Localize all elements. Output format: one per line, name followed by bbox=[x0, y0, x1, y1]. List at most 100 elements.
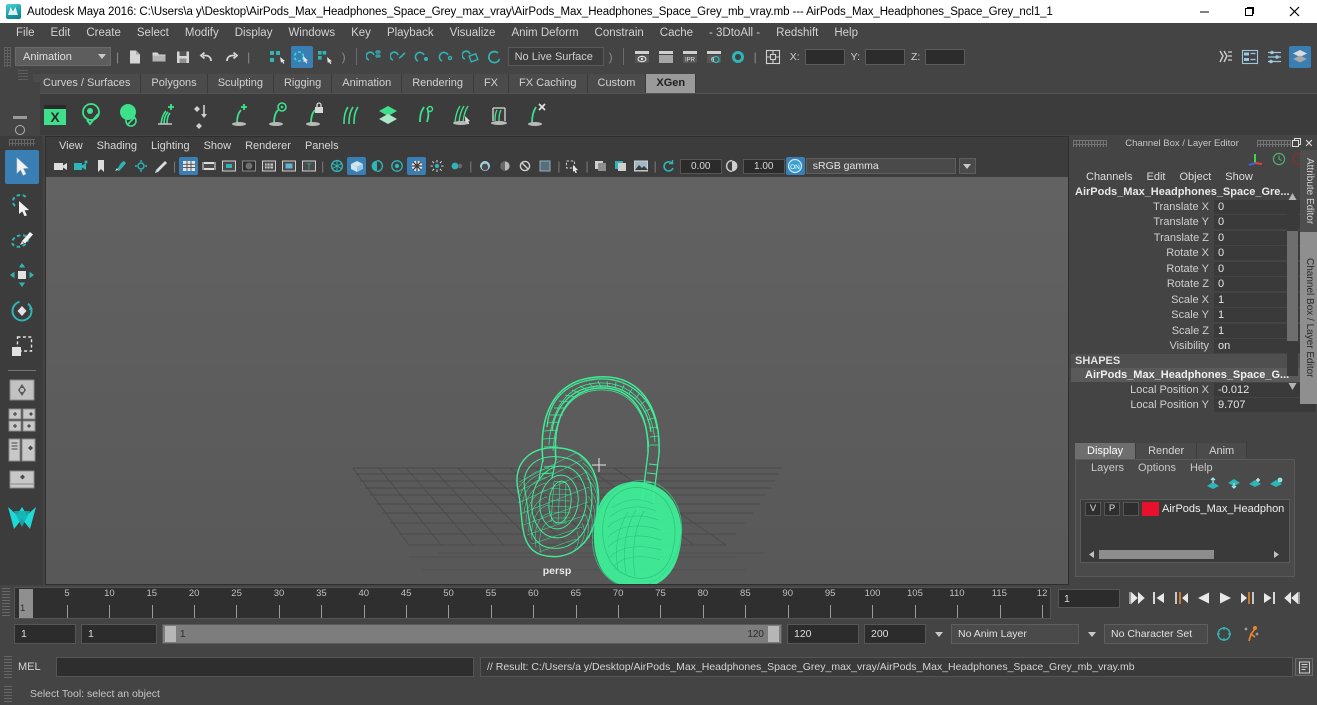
ipr-render-icon[interactable]: IPR bbox=[679, 46, 701, 68]
copy-render-icon[interactable] bbox=[592, 157, 611, 175]
wireframe-shading-icon[interactable] bbox=[219, 157, 238, 175]
menu-item-playback[interactable]: Playback bbox=[379, 25, 442, 41]
xgen-place-primitive-icon[interactable] bbox=[188, 100, 218, 130]
menu-item-visualize[interactable]: Visualize bbox=[442, 25, 504, 41]
gamma-field[interactable]: 1.00 bbox=[742, 158, 785, 174]
smooth-shade-all-icon[interactable] bbox=[239, 157, 258, 175]
xgen-add-grooming-icon[interactable] bbox=[225, 100, 255, 130]
menu-item-constrain[interactable]: Constrain bbox=[587, 25, 652, 41]
layer-color-swatch[interactable] bbox=[1142, 501, 1159, 516]
show-hide-tool-settings-icon[interactable] bbox=[1264, 46, 1286, 68]
render-sequence-icon[interactable] bbox=[655, 46, 677, 68]
xgen-preview-grooming-icon[interactable] bbox=[262, 100, 292, 130]
paste-render-icon[interactable] bbox=[612, 157, 631, 175]
color-management-toggle-icon[interactable]: ON bbox=[785, 157, 805, 175]
menu-item-help[interactable]: Help bbox=[826, 25, 866, 41]
layer-visibility-toggle[interactable]: V bbox=[1085, 501, 1101, 516]
time-slider[interactable]: 1 5 10 15 20 25 30 35 40 45 50 55 60 65 70 75 80 85 90 95 1… bbox=[14, 587, 1051, 619]
exposure-field[interactable]: 0.00 bbox=[679, 158, 722, 174]
current-frame-field[interactable]: 1 bbox=[1058, 589, 1120, 608]
menu-item-display[interactable]: Display bbox=[227, 25, 281, 41]
viewport-menu-lighting[interactable]: Lighting bbox=[144, 139, 197, 153]
xgen-create-description-icon[interactable] bbox=[77, 100, 107, 130]
wireframe-on-shaded-icon[interactable] bbox=[259, 157, 278, 175]
undock-panel-icon[interactable] bbox=[1291, 137, 1303, 149]
step-forward-button[interactable] bbox=[1260, 588, 1278, 608]
playback-end-time-field[interactable]: 120 bbox=[787, 624, 859, 644]
xgen-guide-select-icon[interactable] bbox=[447, 100, 477, 130]
shelf-tab-xgen[interactable]: XGen bbox=[646, 74, 697, 93]
viewport-menu-panels[interactable]: Panels bbox=[298, 139, 346, 153]
go-to-start-button[interactable] bbox=[1128, 588, 1146, 608]
xray-mode-icon[interactable] bbox=[495, 157, 514, 175]
statusline-grip[interactable] bbox=[4, 46, 11, 67]
shelf-tab-custom[interactable]: Custom bbox=[587, 74, 647, 93]
anim-layer-chevron-down-icon[interactable] bbox=[1084, 624, 1099, 644]
animation-start-time-field[interactable]: 1 bbox=[14, 624, 76, 644]
motion-blur-icon[interactable] bbox=[407, 157, 427, 175]
move-tool[interactable] bbox=[5, 258, 39, 292]
outliner-persp-layout-button[interactable] bbox=[7, 437, 37, 463]
shelf-tab-polygons[interactable]: Polygons bbox=[141, 74, 208, 93]
xgen-editor-icon[interactable]: X bbox=[40, 100, 70, 130]
shelf-tab-sculpting[interactable]: Sculpting bbox=[207, 74, 274, 93]
snap-to-grid-icon[interactable] bbox=[364, 46, 386, 68]
command-line-grip[interactable] bbox=[4, 656, 12, 678]
select-component-icon[interactable] bbox=[315, 46, 337, 68]
isolate-select-icon[interactable] bbox=[475, 157, 494, 175]
previous-key-button[interactable] bbox=[1172, 588, 1190, 608]
hypergraph-persp-layout-button[interactable] bbox=[7, 467, 37, 493]
auto-keyframe-toggle-icon[interactable] bbox=[1213, 624, 1235, 644]
xgen-guide-region-icon[interactable] bbox=[484, 100, 514, 130]
time-slider-grip[interactable] bbox=[2, 588, 10, 618]
range-slider[interactable]: 1 120 bbox=[162, 624, 782, 644]
menu-item-anim-deform[interactable]: Anim Deform bbox=[503, 25, 586, 41]
shelf-tab-animation[interactable]: Animation bbox=[332, 74, 403, 93]
single-perspective-layout-button[interactable] bbox=[7, 377, 37, 403]
move-layer-up-icon[interactable] bbox=[1206, 477, 1221, 495]
redo-button[interactable] bbox=[220, 46, 242, 68]
shelf-tab-rendering[interactable]: Rendering bbox=[402, 74, 474, 93]
menu-item-redshift[interactable]: Redshift bbox=[768, 25, 826, 41]
viewport-menu-renderer[interactable]: Renderer bbox=[238, 139, 298, 153]
channel-clock-icon[interactable] bbox=[1271, 151, 1287, 172]
scroll-down-arrow-icon[interactable] bbox=[1288, 378, 1297, 390]
exposure-toggle-icon[interactable] bbox=[535, 157, 554, 175]
channel-box-scroll-thumb[interactable] bbox=[1287, 231, 1298, 341]
reset-exposure-icon[interactable] bbox=[660, 157, 679, 175]
select-object-icon[interactable] bbox=[290, 45, 313, 68]
snap-to-projected-center-icon[interactable] bbox=[436, 46, 458, 68]
two-sided-lighting-icon[interactable] bbox=[367, 157, 386, 175]
menu-item-windows[interactable]: Windows bbox=[280, 25, 343, 41]
four-view-layout-button[interactable] bbox=[7, 407, 37, 433]
menu-item-file[interactable]: File bbox=[8, 25, 43, 41]
save-scene-button[interactable] bbox=[172, 46, 194, 68]
viewport-3d-canvas[interactable]: y z x persp bbox=[46, 177, 1068, 584]
snap-to-point-icon[interactable] bbox=[412, 46, 434, 68]
film-gate-icon[interactable] bbox=[199, 157, 218, 175]
rotate-tool[interactable] bbox=[5, 294, 39, 328]
toolbox-grip[interactable] bbox=[8, 139, 35, 146]
layer-state-toggle[interactable] bbox=[1123, 501, 1139, 516]
viewport-menu-show[interactable]: Show bbox=[197, 139, 239, 153]
render-current-frame-icon[interactable] bbox=[631, 46, 653, 68]
next-key-button[interactable] bbox=[1238, 588, 1256, 608]
xgen-delete-guide-icon[interactable] bbox=[521, 100, 551, 130]
image-plane-icon[interactable] bbox=[111, 157, 130, 175]
xgen-groom-brush-icon[interactable] bbox=[336, 100, 366, 130]
move-layer-down-icon[interactable] bbox=[1227, 477, 1242, 495]
side-tab-attribute-editor[interactable]: Attribute Editor bbox=[1300, 150, 1317, 233]
manipulator-axes-icon[interactable] bbox=[1247, 151, 1265, 172]
play-forwards-button[interactable] bbox=[1216, 588, 1234, 608]
menu-item-3dtoall[interactable]: - 3DtoAll - bbox=[701, 25, 768, 41]
shelf-options-icon[interactable] bbox=[15, 125, 25, 135]
menu-item-cache[interactable]: Cache bbox=[652, 25, 701, 41]
menu-set-selector[interactable]: Animation bbox=[15, 47, 111, 66]
layer-list[interactable]: V P AirPods_Max_Headphon bbox=[1080, 499, 1290, 563]
layer-menu-help[interactable]: Help bbox=[1183, 462, 1220, 474]
layer-list-horizontal-scrollbar[interactable] bbox=[1087, 550, 1281, 559]
select-tool[interactable] bbox=[4, 150, 39, 184]
channel-box-scrollbar[interactable] bbox=[1287, 193, 1298, 390]
create-layer-from-selection-icon[interactable] bbox=[1269, 477, 1284, 495]
menu-item-edit[interactable]: Edit bbox=[43, 25, 79, 41]
